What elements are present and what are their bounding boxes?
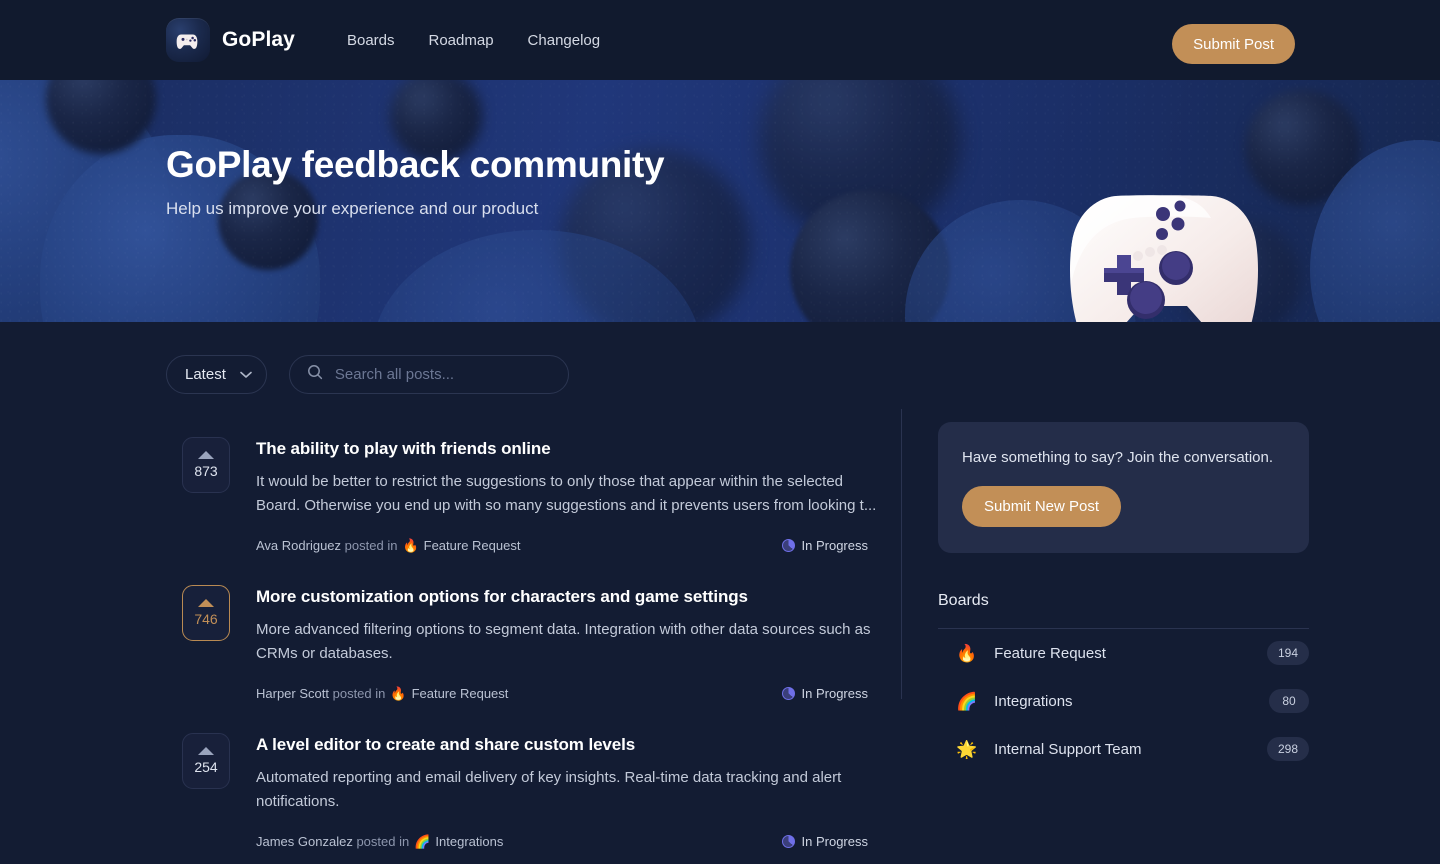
in-progress-icon [781,539,795,552]
boards-heading: Boards [938,592,989,609]
submit-post-button[interactable]: Submit Post [1172,24,1295,64]
gamepad-logo-icon [166,18,210,62]
board-name: Integrations [994,692,1073,710]
status-badge: In Progress [781,834,868,849]
board-count-badge: 194 [1266,641,1309,665]
post-board-link[interactable]: 🔥 Feature Request [402,538,520,553]
search-icon [307,364,323,385]
post-board-link[interactable]: 🌈 Integrations [414,834,503,849]
posted-in-label: posted in [344,538,398,553]
search-box[interactable] [288,355,569,394]
upvote-button[interactable]: 873 [182,437,230,493]
post-board-name: Feature Request [423,538,521,553]
post-title[interactable]: A level editor to create and share custo… [256,735,878,755]
fire-icon: 🔥 [956,643,978,663]
post-item: 746 More customization options for chara… [166,570,878,718]
post-meta: Ava Rodriguez posted in 🔥 Feature Reques… [256,538,868,553]
nav-item-roadmap[interactable]: Roadmap [429,32,494,49]
post-description: More advanced filtering options to segme… [256,621,871,662]
upvote-arrow-icon [198,747,214,755]
cta-card: Have something to say? Join the conversa… [938,422,1309,553]
post-author[interactable]: James Gonzalez [256,834,353,849]
post-byline: James Gonzalez posted in 🌈 Integrations [256,834,503,849]
status-label: In Progress [801,834,868,849]
post-board-name: Feature Request [411,686,509,701]
nav-item-changelog[interactable]: Changelog [528,32,601,49]
board-count-badge: 80 [1269,689,1309,713]
search-input[interactable] [334,366,551,383]
post-item: 254 A level editor to create and share c… [166,718,878,864]
post-title[interactable]: More customization options for character… [256,587,878,607]
post-byline: Harper Scott posted in 🔥 Feature Request [256,686,508,701]
cta-text: Have something to say? Join the conversa… [962,449,1274,466]
post-title[interactable]: The ability to play with friends online [256,439,878,459]
post-description: It would be better to restrict the sugge… [256,473,877,514]
board-name: Feature Request [994,644,1106,662]
post-item: 873 The ability to play with friends onl… [166,422,878,570]
fire-icon: 🔥 [390,686,407,701]
post-meta: Harper Scott posted in 🔥 Feature Request… [256,686,868,701]
rainbow-icon: 🌈 [956,691,978,711]
status-badge: In Progress [781,538,868,553]
upvote-arrow-icon [198,599,214,607]
in-progress-icon [781,687,795,700]
submit-new-post-button[interactable]: Submit New Post [962,486,1122,527]
in-progress-icon [781,835,795,848]
content-divider [901,409,902,699]
status-label: In Progress [801,686,868,701]
nav-item-boards[interactable]: Boards [347,32,395,49]
post-author[interactable]: Ava Rodriguez [256,538,341,553]
post-description: Automated reporting and email delivery o… [256,769,842,810]
main-nav: Boards Roadmap Changelog [347,32,600,49]
page-title: GoPlay feedback community [166,144,665,185]
upvote-button[interactable]: 254 [182,733,230,789]
fire-icon: 🔥 [402,538,419,553]
post-byline: Ava Rodriguez posted in 🔥 Feature Reques… [256,538,520,553]
upvote-count: 873 [194,463,218,479]
board-count-badge: 298 [1266,737,1309,761]
rainbow-icon: 🌈 [414,834,431,849]
main-content: 873 The ability to play with friends onl… [0,394,1440,864]
post-feed: 873 The ability to play with friends onl… [166,422,878,864]
brand-logo[interactable]: GoPlay [166,18,295,62]
upvote-button[interactable]: 746 [182,585,230,641]
upvote-count: 254 [194,759,218,775]
posted-in-label: posted in [332,686,386,701]
brand-name: GoPlay [222,28,295,51]
board-name: Internal Support Team [994,740,1142,758]
post-meta: James Gonzalez posted in 🌈 Integrations … [256,834,868,849]
post-board-link[interactable]: 🔥 Feature Request [390,686,508,701]
page-subtitle: Help us improve your experience and our … [166,199,539,218]
chevron-down-icon [240,366,252,383]
upvote-arrow-icon [198,451,214,459]
star-icon: 🌟 [956,739,978,759]
post-board-name: Integrations [435,834,504,849]
board-item-integrations[interactable]: 🌈 Integrations 80 [938,677,1309,725]
feed-toolbar: Latest [0,322,1440,394]
sort-dropdown[interactable]: Latest [166,355,267,394]
site-header: GoPlay Boards Roadmap Changelog Submit P… [0,0,1440,80]
board-item-internal-support-team[interactable]: 🌟 Internal Support Team 298 [938,725,1309,773]
upvote-count: 746 [194,611,218,627]
hero-banner: GoPlay feedback community Help us improv… [0,80,1440,322]
sidebar: Have something to say? Join the conversa… [938,422,1309,864]
sort-dropdown-value: Latest [185,366,226,383]
board-item-feature-request[interactable]: 🔥 Feature Request 194 [938,629,1309,677]
posted-in-label: posted in [356,834,410,849]
status-label: In Progress [801,538,868,553]
post-author[interactable]: Harper Scott [256,686,329,701]
status-badge: In Progress [781,686,868,701]
